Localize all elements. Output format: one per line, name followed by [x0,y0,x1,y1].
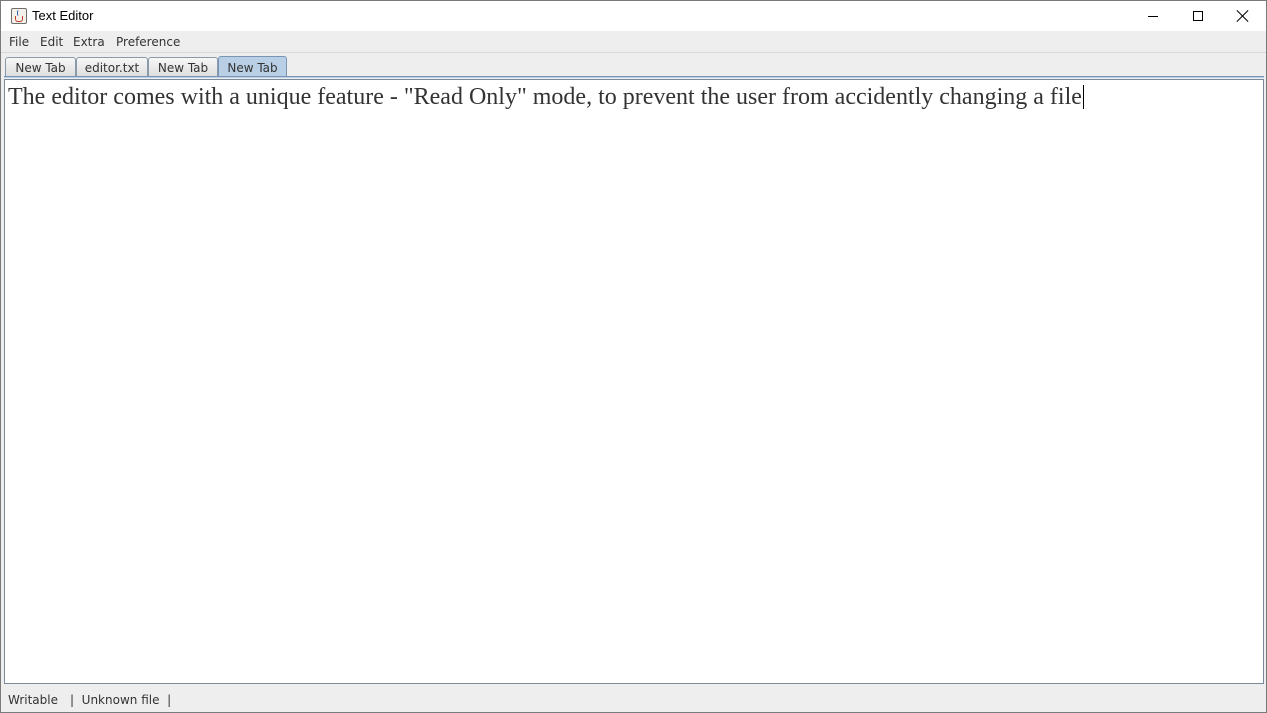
title-bar[interactable]: Text Editor [1,1,1266,31]
close-button[interactable] [1220,1,1266,31]
tab-editor-txt[interactable]: editor.txt [76,57,148,78]
window-title: Text Editor [32,8,94,23]
tab-content-border [4,76,1264,78]
menu-edit[interactable]: Edit [40,35,63,49]
editor-text: The editor comes with a unique feature -… [8,84,1082,110]
maximize-icon [1193,11,1203,21]
menu-bar: File Edit Extra Preference [1,31,1266,53]
minimize-icon [1148,15,1158,17]
editor-text-area[interactable]: The editor comes with a unique feature -… [4,79,1264,684]
menu-preference[interactable]: Preference [116,35,180,49]
java-cup-icon [11,8,27,24]
menu-file[interactable]: File [9,35,29,49]
tab-new-tab-2[interactable]: New Tab [148,57,218,78]
text-editor-window: Text Editor File Edit Extra Preference N… [0,0,1267,713]
tab-new-tab-3[interactable]: New Tab [218,56,287,78]
close-icon [1237,10,1249,22]
maximize-button[interactable] [1175,1,1221,31]
text-caret [1082,85,1084,109]
minimize-button[interactable] [1130,1,1176,31]
editor-content: The editor comes with a unique feature -… [8,84,1084,111]
status-mode: Writable [8,693,58,707]
status-bar: Writable | Unknown file | [1,687,1266,712]
status-file: | Unknown file | [70,693,172,707]
tab-new-tab-1[interactable]: New Tab [5,57,76,78]
tab-strip: New Tab editor.txt New Tab New Tab [1,54,1266,78]
menu-extra[interactable]: Extra [73,35,105,49]
